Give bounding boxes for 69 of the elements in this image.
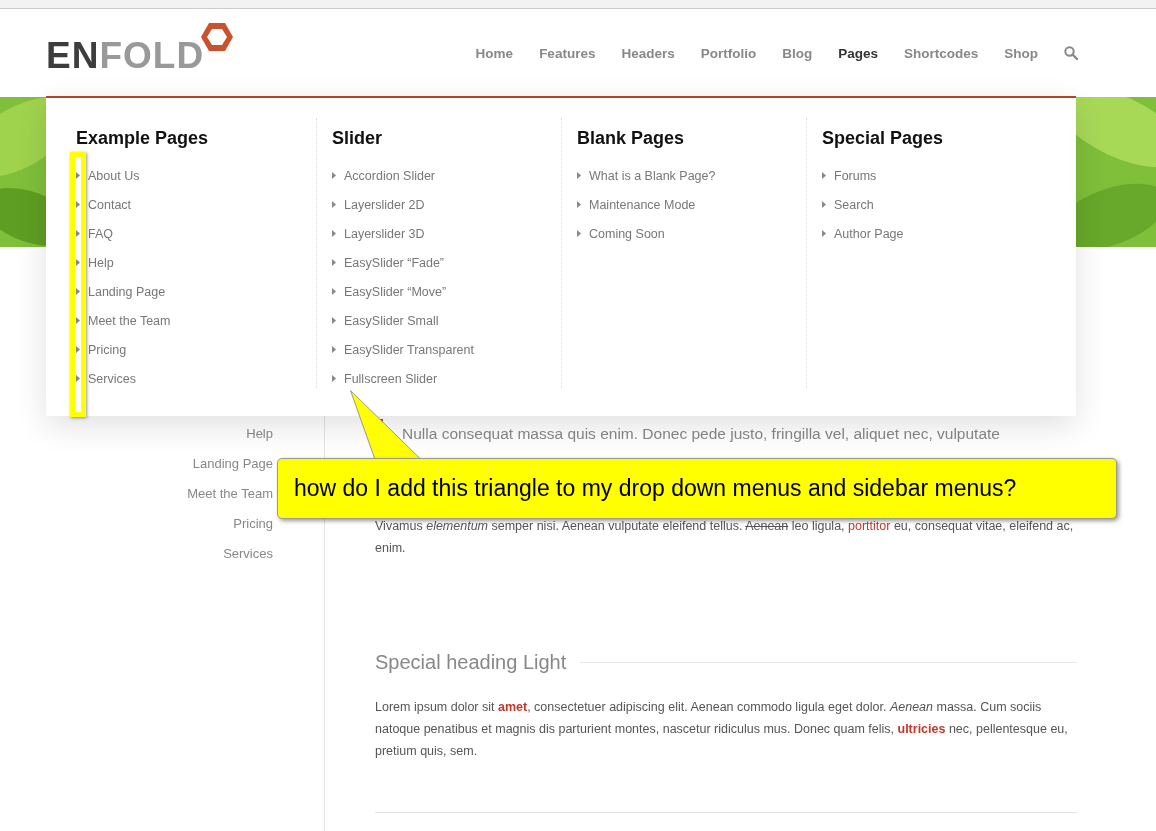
triangle-icon — [332, 346, 336, 353]
logo[interactable]: ENFOLD — [46, 35, 205, 77]
nav-link[interactable]: Shop — [1004, 45, 1038, 61]
quote-text: Nulla consequat massa quis enim. Donec pede justo, fringilla vel, aliquet nec, vulputate — [402, 424, 1000, 444]
triangle-icon — [332, 288, 336, 295]
menu-link[interactable]: Meet the Team — [88, 313, 171, 328]
triangle-icon — [76, 172, 80, 179]
menu-link[interactable]: About Us — [88, 168, 140, 183]
nav-link[interactable]: Blog — [782, 45, 813, 61]
paragraph: Vivamus elementum semper nisi. Aenean vulputate eleifend tellus. Aenean leo ligula, porttitor eu, consequat vitae, eleifend ac, enim. — [375, 518, 1075, 557]
triangle-icon — [332, 230, 336, 237]
triangle-icon — [76, 346, 80, 353]
triangle-icon — [822, 172, 826, 179]
menu-link[interactable]: Search — [834, 197, 874, 212]
nav-link[interactable]: Headers — [621, 45, 675, 61]
menu-link[interactable]: Fullscreen Slider — [344, 371, 438, 386]
menu-link[interactable]: Layerslider 3D — [344, 226, 425, 241]
menu-link[interactable]: Accordion Slider — [344, 168, 435, 183]
triangle-icon — [76, 317, 80, 324]
menu-link[interactable]: EasySlider “Move” — [344, 284, 447, 299]
triangle-icon — [76, 230, 80, 237]
triangle-icon — [76, 288, 80, 295]
menu-link[interactable]: Author Page — [834, 226, 904, 241]
nav-link[interactable]: Portfolio — [700, 45, 757, 61]
sidebar-link[interactable]: Meet the Team — [187, 485, 273, 503]
menu-heading: Slider — [332, 128, 384, 149]
triangle-icon — [332, 317, 336, 324]
nav-link[interactable]: Features — [539, 45, 596, 61]
menu-link[interactable]: Maintenance Mode — [589, 197, 696, 212]
menu-link[interactable]: What is a Blank Page? — [589, 168, 716, 183]
triangle-icon — [76, 201, 80, 208]
menu-link[interactable]: Layerslider 2D — [344, 197, 425, 212]
special-heading: Special heading Light — [375, 651, 567, 674]
menu-link[interactable]: Forums — [834, 168, 877, 183]
menu-link[interactable]: Services — [88, 371, 136, 386]
menu-link[interactable]: EasySlider “Fade” — [344, 255, 445, 270]
text-link[interactable]: porttitor — [848, 519, 891, 533]
menu-heading: Special Pages — [822, 128, 945, 149]
triangle-icon — [332, 259, 336, 266]
triangle-icon — [332, 201, 336, 208]
menu-heading: Blank Pages — [577, 128, 686, 149]
menu-link[interactable]: Contact — [88, 197, 132, 212]
menu-link[interactable]: Pricing — [88, 342, 127, 357]
triangle-icon — [332, 172, 336, 179]
hexagon-icon — [200, 21, 235, 53]
menu-link[interactable]: EasySlider Transparent — [344, 342, 474, 357]
menu-heading: Example Pages — [76, 128, 210, 149]
menu-link[interactable]: Landing Page — [88, 284, 166, 299]
triangle-icon — [332, 375, 336, 382]
triangle-icon — [822, 230, 826, 237]
triangle-icon — [76, 375, 80, 382]
triangle-icon — [577, 172, 581, 179]
nav-link[interactable]: Shortcodes — [904, 45, 979, 61]
triangle-icon — [577, 230, 581, 237]
triangle-icon — [76, 259, 80, 266]
menu-link[interactable]: Coming Soon — [589, 226, 665, 241]
menu-link[interactable]: EasySlider Small — [344, 313, 439, 328]
nav-link[interactable]: Home — [475, 45, 514, 61]
menu-link[interactable]: FAQ — [88, 226, 113, 241]
nav-link[interactable]: Pages — [838, 45, 878, 61]
search-icon[interactable] — [1064, 46, 1078, 60]
sidebar-link[interactable]: Help — [246, 425, 273, 443]
triangle-icon — [822, 201, 826, 208]
triangle-icon — [577, 201, 581, 208]
sidebar-link[interactable]: Pricing — [233, 515, 273, 533]
sidebar-link[interactable]: Services — [223, 545, 273, 563]
menu-link[interactable]: Help — [88, 255, 114, 270]
body-text: Lorem ipsum dolor sit amet, consectetuer adipiscing elit. Aenean commodo ligula eget dolor. Aenean massa. Cum sociis natoque penatibus et magnis dis parturient montes, nascetur ridiculus mus. Donec quam felis, ultricies nec, pellentesque eu, pretium quis, sem. — [375, 699, 1069, 760]
sidebar-link[interactable]: Landing Page — [192, 455, 273, 473]
